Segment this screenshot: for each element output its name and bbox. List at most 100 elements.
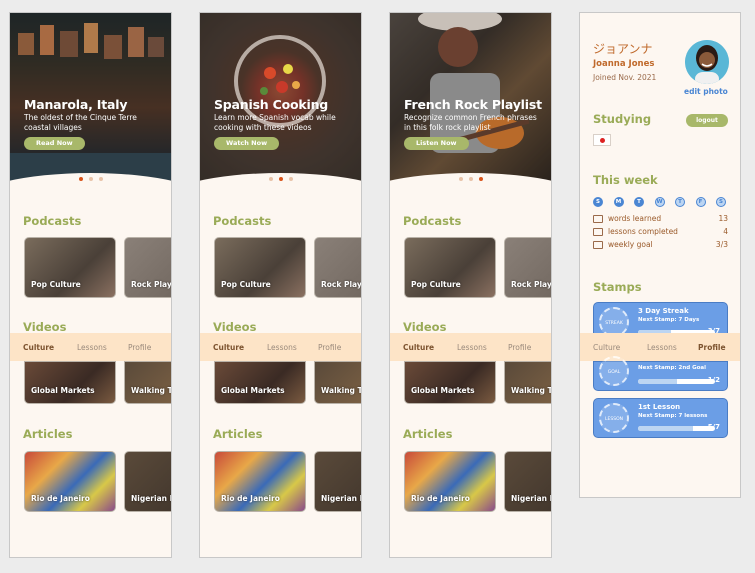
listen-now-button[interactable]: Listen Now [404,137,469,150]
carousel-dot[interactable] [98,177,103,181]
carousel-dot[interactable] [88,177,93,181]
hero-banner[interactable]: Spanish Cooking Learn more Spanish vocab… [200,13,361,185]
carousel-dot[interactable] [268,177,273,181]
podcast-card-pop-culture[interactable]: Pop Culture [404,237,496,298]
culture-screen-2: Spanish Cooking Learn more Spanish vocab… [199,12,362,558]
article-card-nigerian[interactable]: Nigerian I [124,451,172,512]
week-day-indicator: S [716,197,726,207]
edit-photo-link[interactable]: edit photo [684,87,728,96]
stamp-count: 1/2 [707,376,720,384]
tab-lessons[interactable]: Lessons [457,343,487,352]
japan-flag-icon[interactable] [593,134,611,146]
video-card-global-markets[interactable]: Global Markets [24,361,116,404]
podcast-card-pop-culture[interactable]: Pop Culture [214,237,306,298]
tab-profile[interactable]: Profile [698,343,726,352]
hero-banner[interactable]: French Rock Playlist Recognize common Fr… [390,13,551,185]
tab-lessons[interactable]: Lessons [267,343,297,352]
article-card-nigerian[interactable]: Nigerian I [504,451,551,512]
card-caption: Global Markets [221,386,285,395]
stamp-count: 5/7 [707,423,720,431]
carousel-dots[interactable] [390,177,551,181]
tab-profile[interactable]: Profile [318,343,341,352]
stat-label: weekly goal [608,240,653,249]
carousel-dot[interactable] [278,177,283,181]
tab-profile[interactable]: Profile [128,343,151,352]
carousel-dots[interactable] [10,177,171,181]
card-caption: Walking T [321,386,362,395]
hero-banner[interactable]: Manarola, Italy The oldest of the Cinque… [10,13,171,185]
card-caption: Rock Play [131,280,172,289]
week-day-indicator: S [593,197,603,207]
calendar-icon [593,241,603,249]
read-now-button[interactable]: Read Now [24,137,85,150]
stamp-progress-fill [638,426,693,431]
lessons-icon [593,228,603,236]
tab-culture[interactable]: Culture [213,343,244,352]
podcasts-title: Podcasts [23,214,82,228]
card-caption: Nigerian I [131,494,172,503]
stamp-progress [638,379,715,384]
podcast-card-rock-play[interactable]: Rock Play [504,237,551,298]
video-card-walking-tour[interactable]: Walking T [504,361,552,404]
stamp-next: Next Stamp: 2nd Goal [638,365,706,371]
tab-lessons[interactable]: Lessons [647,343,677,352]
week-day-indicator: M [613,197,624,207]
video-card-walking-tour[interactable]: Walking T [124,361,171,404]
article-card-nigerian[interactable]: Nigerian I [314,451,362,512]
words-icon [593,215,603,223]
tab-lessons[interactable]: Lessons [77,343,107,352]
avatar[interactable] [685,40,729,84]
tab-profile[interactable]: Profile [508,343,531,352]
video-card-walking-tour[interactable]: Walking T [314,361,362,404]
podcast-card-rock-play[interactable]: Rock Play [124,237,172,298]
japanese-name: ジョアンナ [593,42,653,56]
tab-bar: Culture Lessons Profile [580,333,740,361]
card-caption: Global Markets [411,386,475,395]
video-card-global-markets[interactable]: Global Markets [214,361,306,404]
videos-title: Videos [23,320,67,334]
card-caption: Pop Culture [411,280,461,289]
stamp-title: 1st Lesson [638,403,681,411]
articles-title: Articles [403,427,453,441]
article-card-rio[interactable]: Rio de Janeiro [404,451,496,512]
carousel-dots[interactable] [200,177,361,181]
stamp-progress-fill [638,379,677,384]
carousel-dot[interactable] [288,177,293,181]
card-caption: Rio de Janeiro [31,494,90,503]
hero-title: Manarola, Italy [24,97,128,112]
podcast-card-pop-culture[interactable]: Pop Culture [24,237,116,298]
podcast-card-rock-play[interactable]: Rock Play [314,237,362,298]
hero-title: French Rock Playlist [404,97,542,112]
carousel-dot[interactable] [478,177,483,181]
article-card-rio[interactable]: Rio de Janeiro [24,451,116,512]
carousel-dot[interactable] [458,177,463,181]
watch-now-button[interactable]: Watch Now [214,137,280,150]
carousel-dot[interactable] [78,177,83,181]
stat-value: 13 [718,214,728,223]
stamp-card[interactable]: LESSON 1st Lesson Next Stamp: 7 lessons … [593,398,728,438]
tab-bar: Culture Lessons Profile [200,333,361,361]
studying-title: Studying [593,112,652,126]
carousel-dot[interactable] [468,177,473,181]
tab-culture[interactable]: Culture [23,343,54,352]
stamp-card[interactable]: GOAL Next Stamp: 2nd Goal 1/2 [593,356,728,391]
tab-bar: Culture Lessons Profile [390,333,551,361]
lesson-badge-icon: LESSON [599,403,629,433]
tab-culture[interactable]: Culture [403,343,434,352]
video-card-global-markets[interactable]: Global Markets [404,361,496,404]
articles-title: Articles [213,427,263,441]
card-caption: Pop Culture [31,280,81,289]
card-caption: Rock Play [321,280,362,289]
card-caption: Rio de Janeiro [411,494,470,503]
stat-label: words learned [608,214,662,223]
stat-label: lessons completed [608,227,678,236]
logout-button[interactable]: logout [686,114,728,127]
profile-screen: ジョアンナ Joanna Jones Joined Nov. 2021 edit… [579,12,741,498]
article-card-rio[interactable]: Rio de Janeiro [214,451,306,512]
card-caption: Walking T [511,386,552,395]
hero-subtitle: The oldest of the Cinque Terre coastal v… [24,113,137,132]
card-caption: Nigerian I [321,494,362,503]
tab-culture[interactable]: Culture [593,343,620,352]
hero-subtitle: Learn more Spanish vocab while cooking w… [214,113,336,132]
hero-subtitle: Recognize common French phrases in this … [404,113,537,132]
